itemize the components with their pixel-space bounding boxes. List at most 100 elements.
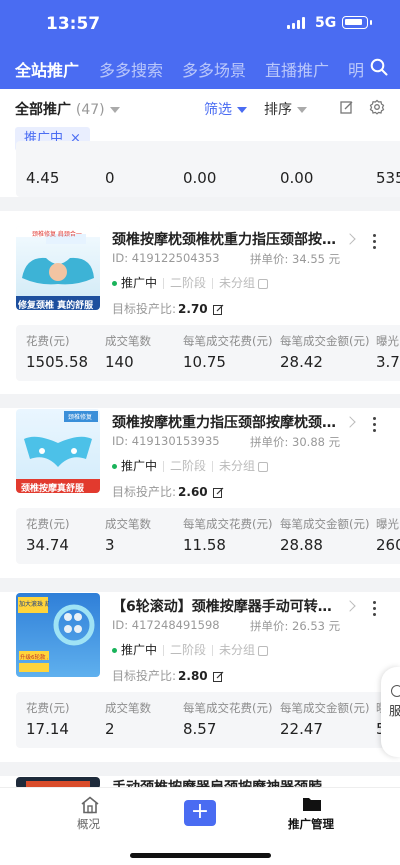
edit-icon[interactable] xyxy=(212,671,224,682)
thumb-bottom-text: 修复颈椎 真的舒服 xyxy=(18,301,94,310)
metric-label: 每笔成交金额(元) xyxy=(280,334,370,348)
batch-edit-icon[interactable] xyxy=(340,100,354,114)
chevron-right-icon[interactable] xyxy=(344,233,356,245)
product-title[interactable]: 颈椎按摩枕颈椎枕重力指压颈部按摩… xyxy=(112,229,344,249)
product-card[interactable]: 手动颈椎按摩器肩颈按摩神器颈脖多… xyxy=(0,762,400,787)
thumb-top-text: 颈椎修复 肩颈合一 xyxy=(32,231,82,238)
product-price: 拼单价: 34.55 元 xyxy=(250,252,341,266)
status-active: 推广中 xyxy=(121,276,158,290)
signal-icon xyxy=(287,17,309,29)
status-stage: 二阶段 xyxy=(170,643,207,657)
edit-group-icon[interactable] xyxy=(258,645,269,656)
product-title[interactable]: 手动颈椎按摩器肩颈按摩神器颈脖多… xyxy=(112,777,344,787)
product-id: ID: 419122504353 xyxy=(112,251,220,265)
chevron-down-icon xyxy=(109,107,120,113)
chevron-down-icon xyxy=(297,107,307,113)
roi-label: 目标投产比: xyxy=(112,669,177,683)
status-stage: 二阶段 xyxy=(170,459,207,473)
status-group: 未分组 xyxy=(219,459,256,473)
metric-label: 花费(元) xyxy=(26,334,70,348)
metric-value: 2 xyxy=(105,720,115,738)
filter-label: 筛选 xyxy=(204,102,232,118)
metric-value: 8.57 xyxy=(183,720,217,738)
home-icon xyxy=(81,796,99,814)
chat-icon xyxy=(391,685,400,697)
search-icon[interactable] xyxy=(370,58,388,76)
status-row: 推广中 二阶段 未分组 xyxy=(112,641,269,658)
product-thumbnail xyxy=(16,777,100,787)
status-stage: 二阶段 xyxy=(170,276,207,290)
gear-icon[interactable] xyxy=(369,99,385,115)
promo-tabs: 全站推广 多多搜索 多多场景 直播推广 明 xyxy=(0,48,400,86)
product-card[interactable]: 颈椎修复 颈椎按摩真舒服 颈椎按摩枕重力指压颈部按摩枕颈椎… ID: 41913… xyxy=(0,394,400,578)
metric-label: 每笔成交花费(元) xyxy=(183,334,273,348)
nav-management-label: 推广管理 xyxy=(288,817,334,831)
all-promotions-dropdown[interactable]: 全部推广 (47) xyxy=(15,99,120,119)
metrics-row: 花费(元) 34.74 成交笔数 3 每笔成交花费(元) 11.58 每笔成交金额(元… xyxy=(16,508,400,564)
edit-icon[interactable] xyxy=(212,487,224,498)
sort-button[interactable]: 排序 xyxy=(264,99,307,119)
metric-value: 22.47 xyxy=(280,720,323,738)
edit-group-icon[interactable] xyxy=(258,278,269,289)
metric-label: 成交笔数 xyxy=(105,334,151,348)
roi-row: 目标投产比: 2.60 xyxy=(112,483,224,500)
metric-value: 3 xyxy=(105,536,115,554)
network-label: 5G xyxy=(315,15,337,31)
add-promotion-button[interactable]: + xyxy=(184,800,216,826)
more-icon[interactable] xyxy=(373,234,377,252)
metrics-row: 4.45 0 0.00 0.00 535 xyxy=(16,141,400,197)
product-card[interactable]: 加大滚珠 舒服按摩 升级6轮款 厂家直销 【6轮滚动】颈椎按摩器手动可转动… I… xyxy=(0,578,400,762)
nav-overview-label: 概况 xyxy=(77,817,100,831)
top-header: 13:57 5G 全站推广 多多搜索 多多场景 直播推广 明 xyxy=(0,0,400,89)
metric-value: 0.00 xyxy=(280,169,314,187)
status-group: 未分组 xyxy=(219,276,256,290)
customer-service-tab[interactable]: 服中 xyxy=(381,667,400,757)
metric-value: 28.88 xyxy=(280,536,323,554)
partial-card-top: 4.45 0 0.00 0.00 535 xyxy=(0,141,400,197)
product-thumbnail: 加大滚珠 舒服按摩 升级6轮款 厂家直销 xyxy=(16,593,100,677)
tab-search[interactable]: 多多搜索 xyxy=(99,57,163,81)
metric-label: 曝光 xyxy=(376,517,399,531)
all-count: (47) xyxy=(75,102,105,118)
status-active: 推广中 xyxy=(121,643,158,657)
home-indicator xyxy=(130,853,271,858)
edit-icon[interactable] xyxy=(212,304,224,315)
filter-button[interactable]: 筛选 xyxy=(204,99,247,119)
chevron-right-icon[interactable] xyxy=(344,416,356,428)
metric-value: 535 xyxy=(376,169,400,187)
tab-partial[interactable]: 明 xyxy=(348,57,364,81)
product-id: ID: 417248491598 xyxy=(112,618,220,632)
metric-value: 17.14 xyxy=(26,720,69,738)
more-icon[interactable] xyxy=(373,417,377,435)
all-label: 全部推广 xyxy=(15,102,71,118)
tab-scene[interactable]: 多多场景 xyxy=(182,57,246,81)
product-price: 拼单价: 26.53 元 xyxy=(250,619,341,633)
metric-value: 11.58 xyxy=(183,536,226,554)
product-image xyxy=(26,781,90,787)
edit-group-icon[interactable] xyxy=(258,461,269,472)
metric-value: 3.72 xyxy=(376,353,400,371)
status-time: 13:57 xyxy=(46,14,101,34)
tab-live[interactable]: 直播推广 xyxy=(265,57,329,81)
chevron-right-icon[interactable] xyxy=(344,600,356,612)
metric-label: 每笔成交花费(元) xyxy=(183,701,273,715)
product-title[interactable]: 【6轮滚动】颈椎按摩器手动可转动… xyxy=(112,596,344,616)
metric-value: 1505.58 xyxy=(26,353,89,371)
chevron-down-icon xyxy=(237,107,247,113)
product-title[interactable]: 颈椎按摩枕重力指压颈部按摩枕颈椎… xyxy=(112,412,344,432)
roi-value: 2.70 xyxy=(178,302,208,316)
metrics-row: 花费(元) 17.14 成交笔数 2 每笔成交花费(元) 8.57 每笔成交金额(元)… xyxy=(16,692,400,748)
active-dot-icon xyxy=(112,281,117,286)
metric-label: 每笔成交金额(元) xyxy=(280,701,370,715)
product-card[interactable]: 颈椎修复 肩颈合一 修复颈椎 真的舒服 颈椎按摩枕颈椎枕重力指压颈部按摩… ID… xyxy=(0,211,400,394)
thumb-bottom-text: 颈椎按摩真舒服 xyxy=(21,484,85,493)
status-bar: 13:57 5G xyxy=(0,0,400,46)
metric-value: 10.75 xyxy=(183,353,226,371)
battery-icon xyxy=(342,16,372,29)
roi-label: 目标投产比: xyxy=(112,302,177,316)
more-icon[interactable] xyxy=(373,601,377,619)
metric-value: 260 xyxy=(376,536,400,554)
folder-icon xyxy=(303,798,321,811)
tab-all-site[interactable]: 全站推广 xyxy=(15,57,79,81)
metric-value: 34.74 xyxy=(26,536,69,554)
